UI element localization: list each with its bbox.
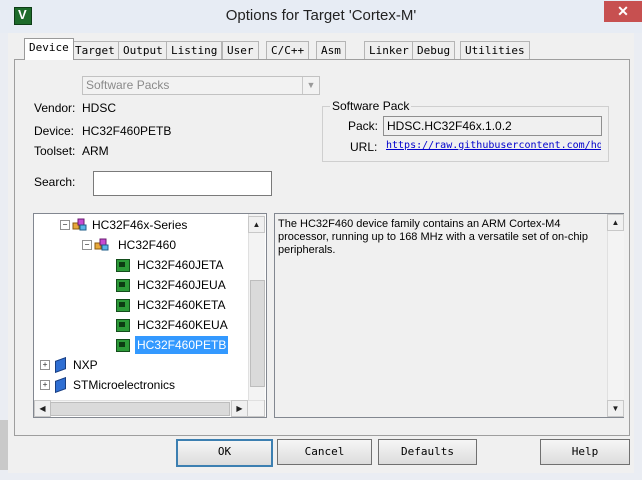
tree-hscroll-thumb[interactable] bbox=[50, 402, 230, 416]
scroll-right-icon[interactable]: ▶ bbox=[231, 400, 248, 417]
series-name: HC32F46x-Series bbox=[92, 218, 188, 232]
family-icon bbox=[94, 238, 109, 251]
cancel-button[interactable]: Cancel bbox=[277, 439, 372, 465]
pack-url-link[interactable]: https://raw.githubusercontent.com/hdsc bbox=[386, 140, 601, 151]
close-button[interactable]: ✕ bbox=[604, 1, 642, 22]
vendor-icon bbox=[55, 376, 66, 394]
collapse-icon[interactable]: − bbox=[82, 240, 92, 250]
scroll-up-icon[interactable]: ▲ bbox=[607, 214, 624, 231]
tree-scroll-thumb[interactable] bbox=[250, 280, 265, 387]
pack-field: HDSC.HC32F46x.1.0.2 bbox=[383, 116, 602, 136]
tab-asm[interactable]: Asm bbox=[316, 41, 346, 59]
chip-icon bbox=[116, 299, 130, 312]
device-description: The HC32F460 device family contains an A… bbox=[278, 218, 588, 256]
device-value: HC32F460PETB bbox=[82, 124, 172, 138]
device-item-label: HC32F460PETB bbox=[135, 336, 229, 354]
tab-debug[interactable]: Debug bbox=[412, 41, 456, 59]
ok-button[interactable]: OK bbox=[176, 439, 273, 467]
chevron-down-icon[interactable]: ▼ bbox=[302, 77, 319, 94]
pack-label: Pack: bbox=[348, 119, 379, 133]
url-label: URL: bbox=[350, 140, 378, 154]
expand-icon[interactable]: + bbox=[40, 380, 50, 390]
device-item-label: HC32F460JEUA bbox=[137, 278, 226, 292]
device-item-label: HC32F460KEUA bbox=[137, 318, 228, 332]
tab-utilities[interactable]: Utilities bbox=[460, 41, 530, 59]
toolset-value: ARM bbox=[82, 144, 109, 158]
scroll-down-icon[interactable]: ▼ bbox=[607, 400, 624, 417]
device-source-combo[interactable]: Software Packs ▼ bbox=[82, 76, 320, 95]
background-window-edge bbox=[0, 420, 8, 470]
search-input[interactable] bbox=[93, 171, 272, 196]
device-tree: − HC32F46x-Series − HC32F460 HC32F460JET… bbox=[33, 213, 267, 418]
description-scrollbar[interactable] bbox=[607, 214, 624, 417]
chip-icon bbox=[116, 259, 130, 272]
tab-device[interactable]: Device bbox=[24, 38, 74, 60]
chip-icon bbox=[116, 279, 130, 292]
family-name: HC32F460 bbox=[118, 238, 177, 252]
device-item-label: HC32F460JETA bbox=[137, 258, 224, 272]
device-description-box[interactable]: The HC32F460 device family contains an A… bbox=[274, 213, 624, 418]
software-pack-title: Software Pack bbox=[330, 99, 412, 113]
options-dialog: Options for Target 'Cortex-M' ✕ Device T… bbox=[0, 0, 642, 480]
chip-icon bbox=[116, 339, 130, 352]
vendor-icon bbox=[55, 356, 66, 374]
device-source-value: Software Packs bbox=[86, 78, 170, 92]
scroll-left-icon[interactable]: ◀ bbox=[34, 400, 51, 417]
tab-c-cpp[interactable]: C/C++ bbox=[266, 41, 310, 59]
vendor-label: Vendor: bbox=[34, 101, 76, 115]
search-label: Search: bbox=[34, 175, 76, 189]
device-item-label: HC32F460KETA bbox=[137, 298, 226, 312]
title-bar[interactable]: Options for Target 'Cortex-M' ✕ bbox=[0, 0, 642, 33]
help-button[interactable]: Help bbox=[540, 439, 630, 465]
vendor-name: STMicroelectronics bbox=[73, 378, 176, 392]
tab-user[interactable]: User bbox=[222, 41, 259, 59]
chip-icon bbox=[116, 319, 130, 332]
tab-output[interactable]: Output bbox=[118, 41, 168, 59]
vendor-name: NXP bbox=[73, 358, 98, 372]
toolset-label: Toolset: bbox=[34, 144, 76, 158]
expand-icon[interactable]: + bbox=[40, 360, 50, 370]
defaults-button[interactable]: Defaults bbox=[378, 439, 477, 465]
device-label: Device: bbox=[34, 124, 75, 138]
vendor-value: HDSC bbox=[82, 101, 117, 115]
tab-linker[interactable]: Linker bbox=[364, 41, 414, 59]
scroll-up-icon[interactable]: ▲ bbox=[248, 216, 265, 233]
tab-listing[interactable]: Listing bbox=[166, 41, 223, 59]
window-title: Options for Target 'Cortex-M' bbox=[225, 7, 417, 24]
tab-target[interactable]: Target bbox=[70, 41, 120, 59]
collapse-icon[interactable]: − bbox=[60, 220, 70, 230]
series-icon bbox=[72, 218, 87, 231]
